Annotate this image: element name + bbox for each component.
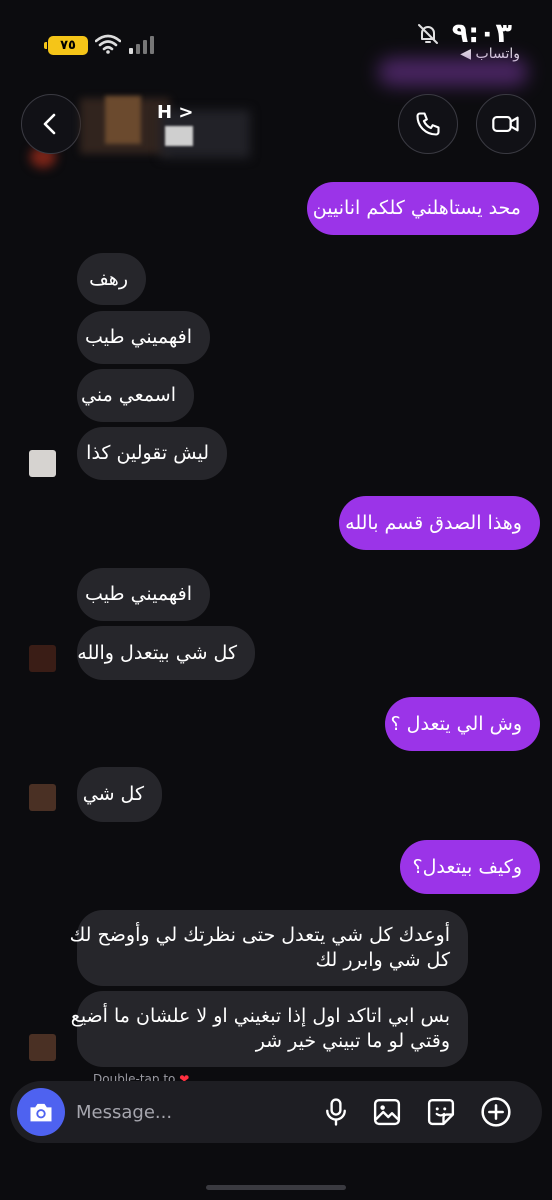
message-bubble-outgoing[interactable]: محد يستاهلني كلكم انانيين — [307, 182, 539, 235]
message-line: وقتي لو ما تبيني خير شر — [255, 1030, 450, 1052]
message-bubble-incoming[interactable]: بس ابي اتاكد اول إذا تبغيني او لا علشان … — [70, 991, 468, 1067]
message-bubble-incoming[interactable]: افهميني طيب — [77, 568, 210, 621]
battery-indicator: ٧٥ — [44, 36, 88, 55]
bell-off-icon — [418, 24, 438, 44]
message-line: بس ابي اتاكد اول إذا تبغيني او لا علشان … — [70, 1005, 450, 1027]
status-bar: ٧٥ ٩:٠٣ ◀ واتساب — [0, 0, 552, 86]
chat-header: H > — [0, 88, 552, 168]
message-bubble-incoming[interactable]: ليش تقولين كذا — [77, 427, 227, 480]
message-bubble-incoming[interactable]: افهميني طيب — [77, 311, 210, 364]
image-icon — [373, 1098, 401, 1126]
signal-icon — [129, 36, 154, 54]
message-bubble-outgoing[interactable]: وش الي يتعدل ؟ — [385, 697, 540, 751]
microphone-icon — [326, 1098, 346, 1126]
message-bubble-incoming[interactable]: أوعدك كل شي يتعدل حتى نظرتك لي وأوضح لك … — [69, 910, 468, 986]
contact-name[interactable]: H > — [157, 102, 193, 123]
sticker-icon — [427, 1098, 455, 1126]
sender-avatar[interactable] — [29, 784, 56, 811]
video-call-button[interactable] — [476, 94, 536, 154]
message-bubble-incoming[interactable]: كل شي — [77, 767, 162, 822]
message-bubble-incoming[interactable]: رهف — [77, 253, 146, 305]
message-composer — [10, 1081, 542, 1143]
name-redaction-block — [165, 126, 193, 146]
status-time: ٩:٠٣ — [451, 18, 512, 49]
message-line: كل شي وابرر لك — [315, 949, 450, 971]
avatar-redaction — [105, 96, 141, 144]
message-bubble-incoming[interactable]: كل شي بيتعدل والله — [77, 626, 255, 680]
camera-icon — [30, 1103, 52, 1122]
message-line: أوعدك كل شي يتعدل حتى نظرتك لي وأوضح لك — [69, 924, 450, 946]
chevron-left-icon — [43, 113, 56, 135]
home-indicator — [206, 1185, 346, 1190]
video-camera-icon — [492, 115, 519, 133]
redacted-area — [378, 58, 528, 86]
sender-avatar[interactable] — [29, 645, 56, 672]
voice-message-button[interactable] — [320, 1096, 352, 1128]
add-button[interactable] — [480, 1096, 512, 1128]
voice-call-button[interactable] — [398, 94, 458, 154]
plus-circle-icon — [481, 1097, 511, 1127]
sender-avatar[interactable] — [29, 450, 56, 477]
wifi-icon — [95, 34, 121, 54]
sticker-button[interactable] — [425, 1096, 457, 1128]
sender-avatar[interactable] — [29, 1034, 56, 1061]
gallery-button[interactable] — [371, 1096, 403, 1128]
message-input[interactable] — [76, 1093, 296, 1131]
camera-button[interactable] — [17, 1088, 65, 1136]
message-bubble-incoming[interactable]: اسمعي مني — [77, 369, 194, 422]
message-bubble-outgoing[interactable]: وكيف بيتعدل؟ — [400, 840, 540, 894]
message-bubble-outgoing[interactable]: وهذا الصدق قسم بالله — [339, 496, 540, 550]
phone-icon — [416, 112, 440, 136]
back-button[interactable] — [21, 94, 81, 154]
